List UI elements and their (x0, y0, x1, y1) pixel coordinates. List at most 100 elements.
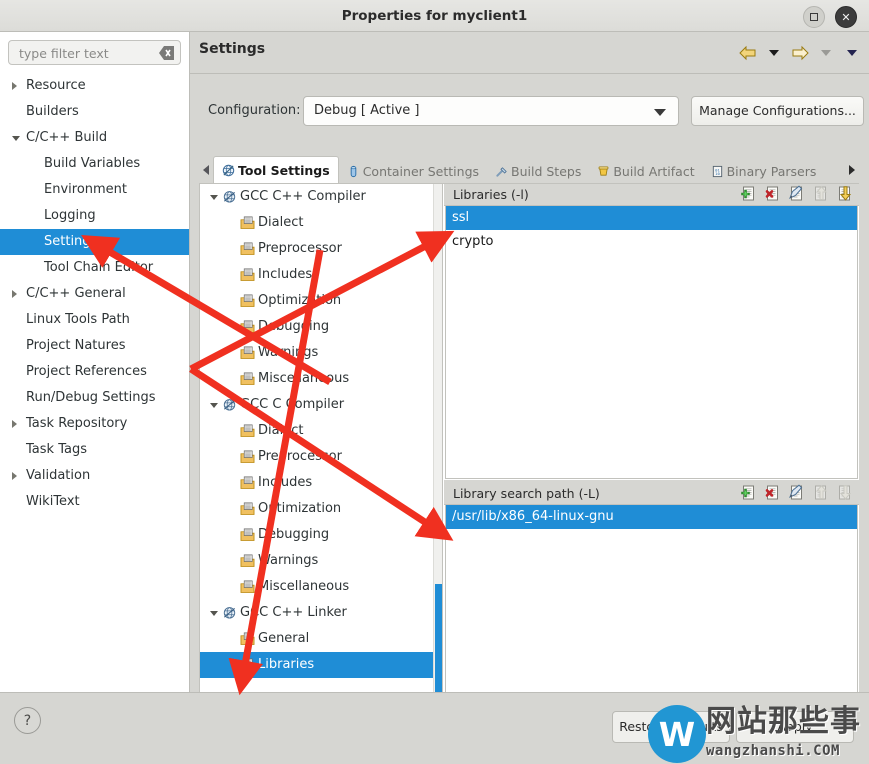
chevron-down-icon[interactable] (210, 610, 218, 616)
tool-tree-item-preprocessor[interactable]: Preprocessor (200, 444, 442, 470)
add-icon[interactable] (741, 484, 759, 502)
tool-tree-item-preprocessor[interactable]: Preprocessor (200, 236, 442, 262)
tool-tree-item-debugging[interactable]: Debugging (200, 522, 442, 548)
search-input[interactable] (17, 41, 151, 66)
move-down-icon[interactable] (837, 185, 855, 203)
tool-tree-item-debugging[interactable]: Debugging (200, 314, 442, 340)
edit-icon[interactable] (789, 484, 807, 502)
tab-build-steps[interactable]: Build Steps (487, 158, 589, 184)
chevron-down-menu-icon (847, 50, 857, 56)
chevron-down-icon[interactable] (12, 136, 20, 141)
delete-icon[interactable] (765, 484, 783, 502)
sidebar-item-environment[interactable]: Environment (0, 177, 189, 203)
tool-tree-item-label: Debugging (258, 319, 330, 334)
chevron-right-icon[interactable] (12, 420, 17, 428)
forward-menu-button[interactable] (813, 40, 839, 66)
tool-tree-item-optimization[interactable]: Optimization (200, 288, 442, 314)
tool-tree-item-label: Libraries (258, 657, 315, 672)
tool-tree-item-gcc-cpp-compiler[interactable]: GCC C++ Compiler (200, 184, 442, 210)
filter-box[interactable] (8, 40, 181, 66)
tool-tree-item-includes[interactable]: Includes (200, 262, 442, 288)
chevron-right-icon[interactable] (12, 290, 17, 298)
back-menu-button[interactable] (761, 40, 787, 66)
sidebar-item-project-natures[interactable]: Project Natures (0, 333, 189, 359)
sidebar-item-linux-tools-path[interactable]: Linux Tools Path (0, 307, 189, 333)
sidebar-item-settings[interactable]: Settings (0, 229, 189, 255)
delete-icon[interactable] (765, 185, 783, 203)
sidebar-item-builders[interactable]: Builders (0, 99, 189, 125)
sidebar-item-build-variables[interactable]: Build Variables (0, 151, 189, 177)
tool-tree-item-warnings[interactable]: Warnings (200, 340, 442, 366)
search-path-group: Library search path (-L) /usr/lib/x86_64… (444, 483, 859, 719)
tab-build-artifact[interactable]: Build Artifact (589, 158, 702, 184)
back-button[interactable] (735, 40, 761, 66)
tab-binary-parsers[interactable]: 01 10 Binary Parsers (703, 158, 825, 184)
tool-tree-item-label: Optimization (258, 293, 342, 308)
clear-icon[interactable] (159, 46, 174, 60)
tab-container-settings[interactable]: Container Settings (339, 158, 487, 184)
sidebar-item-task-tags[interactable]: Task Tags (0, 437, 189, 463)
tool-tree-item-dialect[interactable]: Dialect (200, 418, 442, 444)
chevron-down-icon[interactable] (210, 402, 218, 408)
sidebar-item-c-c-general[interactable]: C/C++ General (0, 281, 189, 307)
tab-tool-settings[interactable]: Tool Settings (213, 156, 339, 184)
tool-tree-item-miscellaneous[interactable]: Miscellaneous (200, 366, 442, 392)
libraries-group: Libraries (-l) ssl crypto (444, 184, 859, 480)
search-path-list[interactable]: /usr/lib/x86_64-linux-gnu (445, 505, 858, 718)
properties-dialog: Properties for myclient1 ✕ Resource Build… (0, 0, 869, 764)
maximize-icon[interactable] (803, 6, 825, 28)
chevron-right-icon[interactable] (12, 82, 17, 90)
tool-tree-item-gcc-c-compiler[interactable]: GCC C Compiler (200, 392, 442, 418)
tool-tree-scrollbar[interactable] (433, 184, 442, 719)
libraries-list[interactable]: ssl crypto (445, 206, 858, 479)
option-folder-icon (240, 554, 255, 567)
watermark-url: wangzhanshi.COM (706, 743, 840, 759)
list-item[interactable]: ssl (446, 206, 857, 230)
sidebar-item-wikitext[interactable]: WikiText (0, 489, 189, 515)
close-icon[interactable]: ✕ (835, 6, 857, 28)
tool-tree-item-warnings[interactable]: Warnings (200, 548, 442, 574)
tool-tree-item-includes[interactable]: Includes (200, 470, 442, 496)
sidebar-item-project-references[interactable]: Project References (0, 359, 189, 385)
title-bar: Properties for myclient1 ✕ (0, 0, 869, 32)
forward-button[interactable] (787, 40, 813, 66)
list-item[interactable]: /usr/lib/x86_64-linux-gnu (446, 505, 857, 529)
svg-text:10: 10 (715, 171, 720, 176)
list-item[interactable]: crypto (446, 230, 857, 254)
tool-tree-item-miscellaneous[interactable]: Miscellaneous (200, 574, 442, 600)
chevron-right-icon[interactable] (12, 472, 17, 480)
sidebar-item-task-repository[interactable]: Task Repository (0, 411, 189, 437)
option-folder-icon (240, 658, 255, 671)
edit-icon[interactable] (789, 185, 807, 203)
view-menu-button[interactable] (839, 40, 865, 66)
chevron-down-icon[interactable] (210, 194, 218, 200)
tool-tree-item-label: Warnings (258, 553, 319, 568)
option-folder-icon (240, 372, 255, 385)
header-divider (190, 73, 869, 74)
tab-scroll-right-button[interactable] (845, 162, 859, 178)
tool-tree-item-gcc-cpp-linker[interactable]: GCC C++ Linker (200, 600, 442, 626)
tab-scroll-left-button[interactable] (199, 162, 213, 178)
sidebar-item-label: Run/Debug Settings (26, 390, 156, 405)
move-down-icon (839, 485, 852, 500)
tool-tree-item-label: Dialect (258, 423, 304, 438)
sidebar-item-validation[interactable]: Validation (0, 463, 189, 489)
libraries-toolbar (741, 185, 855, 203)
tool-globe-icon (223, 191, 236, 203)
tool-tree-item-optimization[interactable]: Optimization (200, 496, 442, 522)
sidebar-item-resource[interactable]: Resource (0, 73, 189, 99)
tool-tree-item-libraries[interactable]: Libraries (200, 652, 442, 678)
sidebar-item-label: Logging (44, 208, 96, 223)
help-icon[interactable]: ? (14, 707, 41, 734)
sidebar-item-run-debug-settings[interactable]: Run/Debug Settings (0, 385, 189, 411)
sidebar-item-c-c-build[interactable]: C/C++ Build (0, 125, 189, 151)
configuration-value: Debug [ Active ] (314, 103, 420, 118)
configuration-select[interactable]: Debug [ Active ] (303, 96, 679, 126)
add-icon[interactable] (741, 185, 759, 203)
tool-tree-item-dialect[interactable]: Dialect (200, 210, 442, 236)
sidebar-item-logging[interactable]: Logging (0, 203, 189, 229)
tool-tree-item-general[interactable]: General (200, 626, 442, 652)
watermark-badge: W (648, 705, 706, 763)
manage-configurations-button[interactable]: Manage Configurations... (691, 96, 864, 126)
sidebar-item-tool-chain-editor[interactable]: Tool Chain Editor (0, 255, 189, 281)
